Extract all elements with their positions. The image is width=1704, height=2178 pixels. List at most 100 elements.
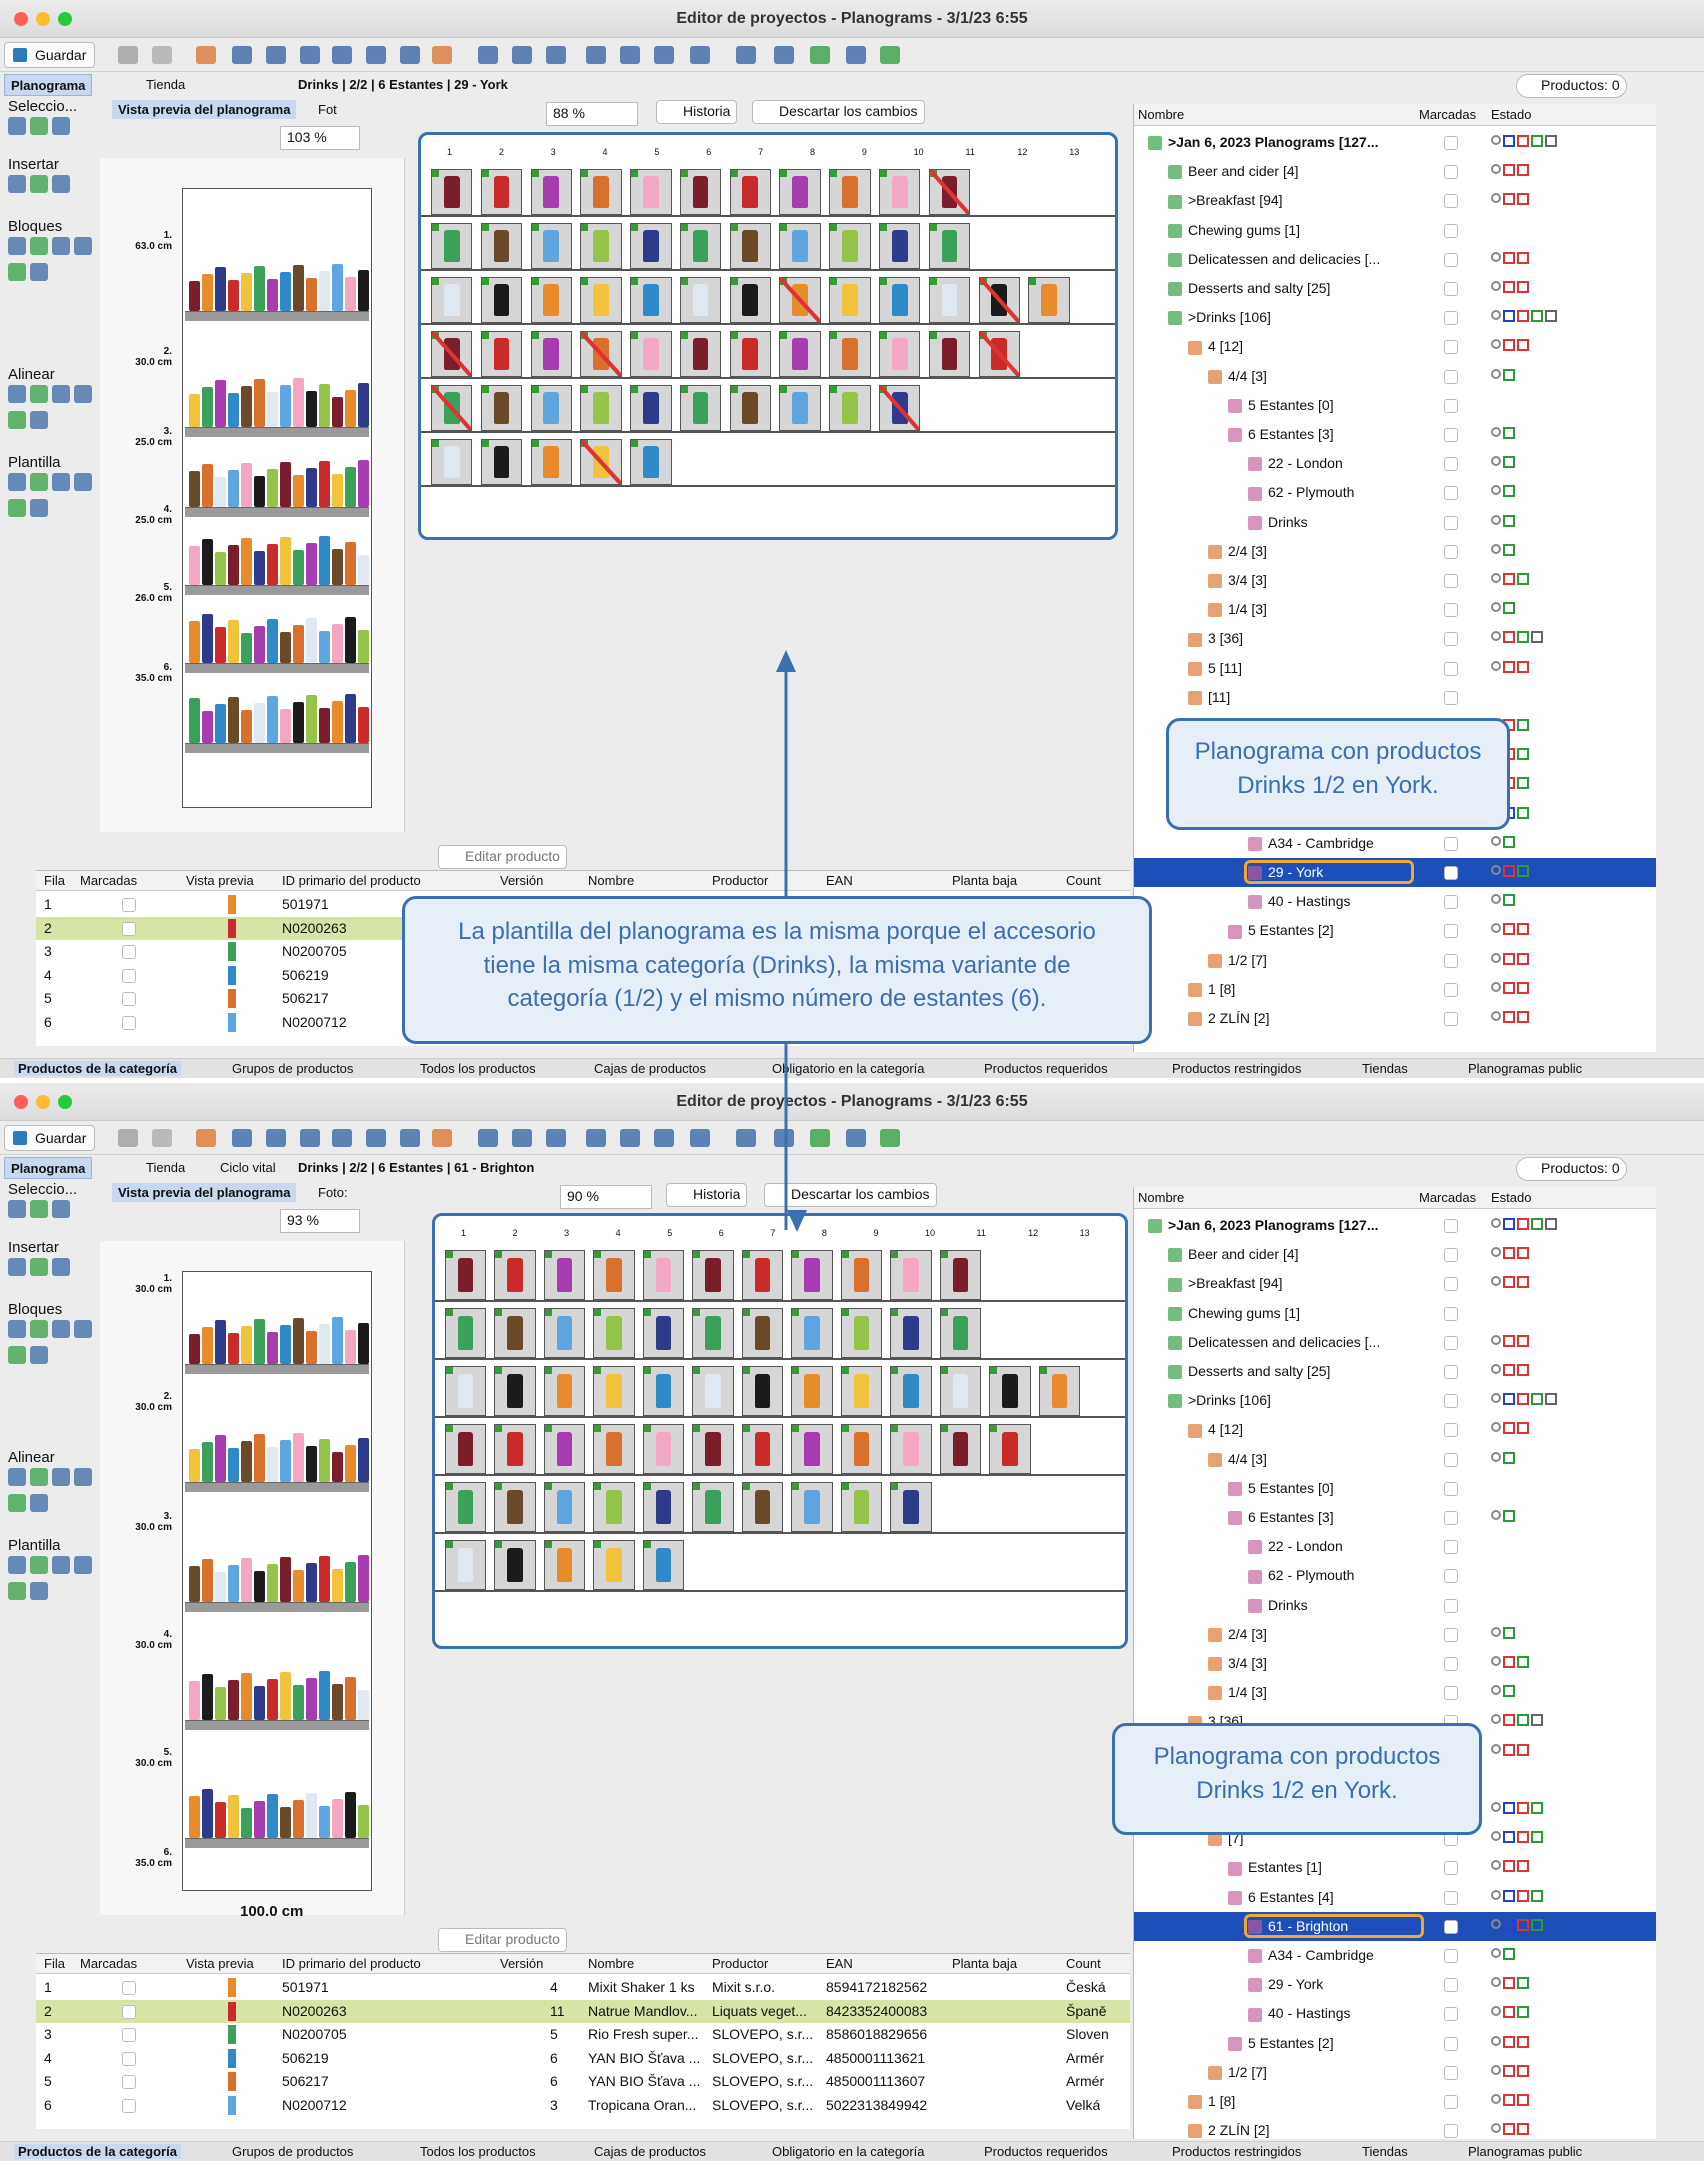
palette-tool-icon[interactable] — [52, 1200, 70, 1218]
toolbar-icon[interactable] — [880, 1129, 900, 1147]
row-marked-checkbox[interactable] — [122, 2028, 136, 2042]
grid-zoom-field[interactable]: 90 % — [560, 1185, 652, 1209]
product-facing[interactable] — [779, 277, 821, 323]
tree-marked-checkbox[interactable] — [1444, 311, 1458, 326]
product-facing[interactable] — [779, 385, 821, 431]
product-facing[interactable] — [445, 1540, 487, 1590]
palette-tool-icon[interactable] — [30, 1468, 48, 1486]
palette-tool-icon[interactable] — [30, 263, 48, 281]
toolbar-icon[interactable] — [366, 1129, 386, 1147]
product-facing[interactable] — [593, 1250, 635, 1300]
toolbar-icon[interactable] — [620, 1129, 640, 1147]
tree-node[interactable]: A34 - Cambridge — [1134, 1941, 1656, 1970]
toolbar-icon[interactable] — [690, 1129, 710, 1147]
tree-node[interactable]: 6 Estantes [4] — [1134, 1883, 1656, 1912]
preview-title[interactable]: Vista previa del planograma — [112, 1183, 297, 1202]
tree-marked-checkbox[interactable] — [1444, 632, 1458, 647]
product-facing[interactable] — [543, 1308, 586, 1358]
bottom-tab-8[interactable]: Planogramas public — [1468, 1061, 1582, 1076]
tree-marked-checkbox[interactable] — [1444, 895, 1458, 910]
tree-node[interactable]: 62 - Plymouth — [1134, 1561, 1656, 1590]
product-facing[interactable] — [593, 1366, 635, 1416]
product-facing[interactable] — [692, 1250, 734, 1300]
toolbar-icon[interactable] — [586, 1129, 606, 1147]
tree-marked-checkbox[interactable] — [1444, 1949, 1458, 1963]
tree-marked-checkbox[interactable] — [1444, 2007, 1458, 2022]
toolbar-icon[interactable] — [880, 46, 900, 64]
toolbar-icon[interactable] — [118, 46, 138, 64]
product-facing[interactable] — [630, 277, 672, 323]
tree-node[interactable]: 3/4 [3] — [1134, 566, 1656, 595]
product-facing[interactable] — [642, 1424, 685, 1474]
bottom-tab-6[interactable]: Productos restringidos — [1172, 2144, 1301, 2159]
discard-changes-button[interactable]: Descartar los cambios — [764, 1183, 937, 1207]
product-facing[interactable] — [530, 439, 573, 485]
product-facing[interactable] — [530, 385, 573, 431]
tree-marked-checkbox[interactable] — [1444, 690, 1458, 705]
tree-marked-checkbox[interactable] — [1444, 603, 1458, 618]
tree-node[interactable]: 5 Estantes [2] — [1134, 2029, 1656, 2058]
toolbar-icon[interactable] — [774, 1129, 794, 1147]
palette-tool-icon[interactable] — [8, 385, 26, 403]
tree-marked-checkbox[interactable] — [1444, 340, 1458, 355]
palette-tool-icon[interactable] — [8, 175, 26, 193]
row-marked-checkbox[interactable] — [122, 992, 136, 1006]
palette-tool-icon[interactable] — [8, 499, 26, 517]
tree-marked-checkbox[interactable] — [1444, 2036, 1458, 2051]
palette-tool-icon[interactable] — [30, 473, 48, 491]
product-facing[interactable] — [779, 223, 821, 269]
product-facing[interactable] — [928, 331, 971, 377]
tree-node[interactable]: Desserts and salty [25] — [1134, 1357, 1656, 1386]
product-facing[interactable] — [779, 331, 821, 377]
product-facing[interactable] — [642, 1482, 685, 1532]
toolbar-icon[interactable] — [300, 1129, 320, 1147]
palette-tool-icon[interactable] — [8, 1320, 26, 1338]
grid-column-header[interactable]: Nombre — [588, 873, 634, 888]
product-facing[interactable] — [741, 1250, 784, 1300]
product-facing[interactable] — [543, 1540, 586, 1590]
product-facing[interactable] — [642, 1540, 685, 1590]
palette-tool-icon[interactable] — [30, 175, 48, 193]
tree-node[interactable]: 6 Estantes [3] — [1134, 1503, 1656, 1532]
product-facing[interactable] — [741, 1482, 784, 1532]
product-facing[interactable] — [445, 1424, 487, 1474]
tree-marked-checkbox[interactable] — [1444, 1598, 1458, 1613]
toolbar-icon[interactable] — [512, 1129, 532, 1147]
grid-column-header[interactable]: Planta baja — [952, 873, 1017, 888]
product-facing[interactable] — [630, 169, 672, 215]
tab-0[interactable]: Planograma — [4, 1157, 93, 1179]
tree-marked-checkbox[interactable] — [1444, 924, 1458, 939]
palette-tool-icon[interactable] — [74, 1468, 92, 1486]
tree-marked-checkbox[interactable] — [1444, 428, 1458, 442]
product-facing[interactable] — [928, 277, 971, 323]
product-facing[interactable] — [630, 223, 672, 269]
tree-marked-checkbox[interactable] — [1444, 574, 1458, 588]
tab-2[interactable]: Ciclo vital — [198, 1157, 282, 1179]
product-facing[interactable] — [679, 223, 722, 269]
palette-tool-icon[interactable] — [52, 175, 70, 193]
toolbar-icon[interactable] — [546, 46, 566, 64]
product-facing[interactable] — [729, 169, 772, 215]
product-facing[interactable] — [494, 1424, 536, 1474]
product-facing[interactable] — [978, 277, 1021, 323]
toolbar-icon[interactable] — [690, 46, 710, 64]
tree-marked-checkbox[interactable] — [1444, 982, 1458, 997]
tree-node[interactable]: Beer and cider [4] — [1134, 157, 1656, 186]
tree-marked-checkbox[interactable] — [1444, 1394, 1458, 1409]
tree-column-header[interactable]: Nombre — [1138, 107, 1184, 122]
product-facing[interactable] — [480, 277, 523, 323]
tree-marked-checkbox[interactable] — [1444, 2065, 1458, 2080]
bottom-tab-8[interactable]: Planogramas public — [1468, 2144, 1582, 2159]
product-facing[interactable] — [939, 1250, 982, 1300]
row-marked-checkbox[interactable] — [122, 2051, 136, 2066]
tree-marked-checkbox[interactable] — [1444, 1657, 1458, 1671]
product-facing[interactable] — [679, 277, 722, 323]
palette-tool-icon[interactable] — [52, 385, 70, 403]
product-facing[interactable] — [989, 1366, 1031, 1416]
product-facing[interactable] — [741, 1366, 784, 1416]
palette-tool-icon[interactable] — [30, 1494, 48, 1512]
tree-node[interactable]: Chewing gums [1] — [1134, 1299, 1656, 1328]
tree-marked-checkbox[interactable] — [1444, 1511, 1458, 1525]
tree-node[interactable]: Drinks — [1134, 508, 1656, 537]
toolbar-icon[interactable] — [512, 46, 532, 64]
